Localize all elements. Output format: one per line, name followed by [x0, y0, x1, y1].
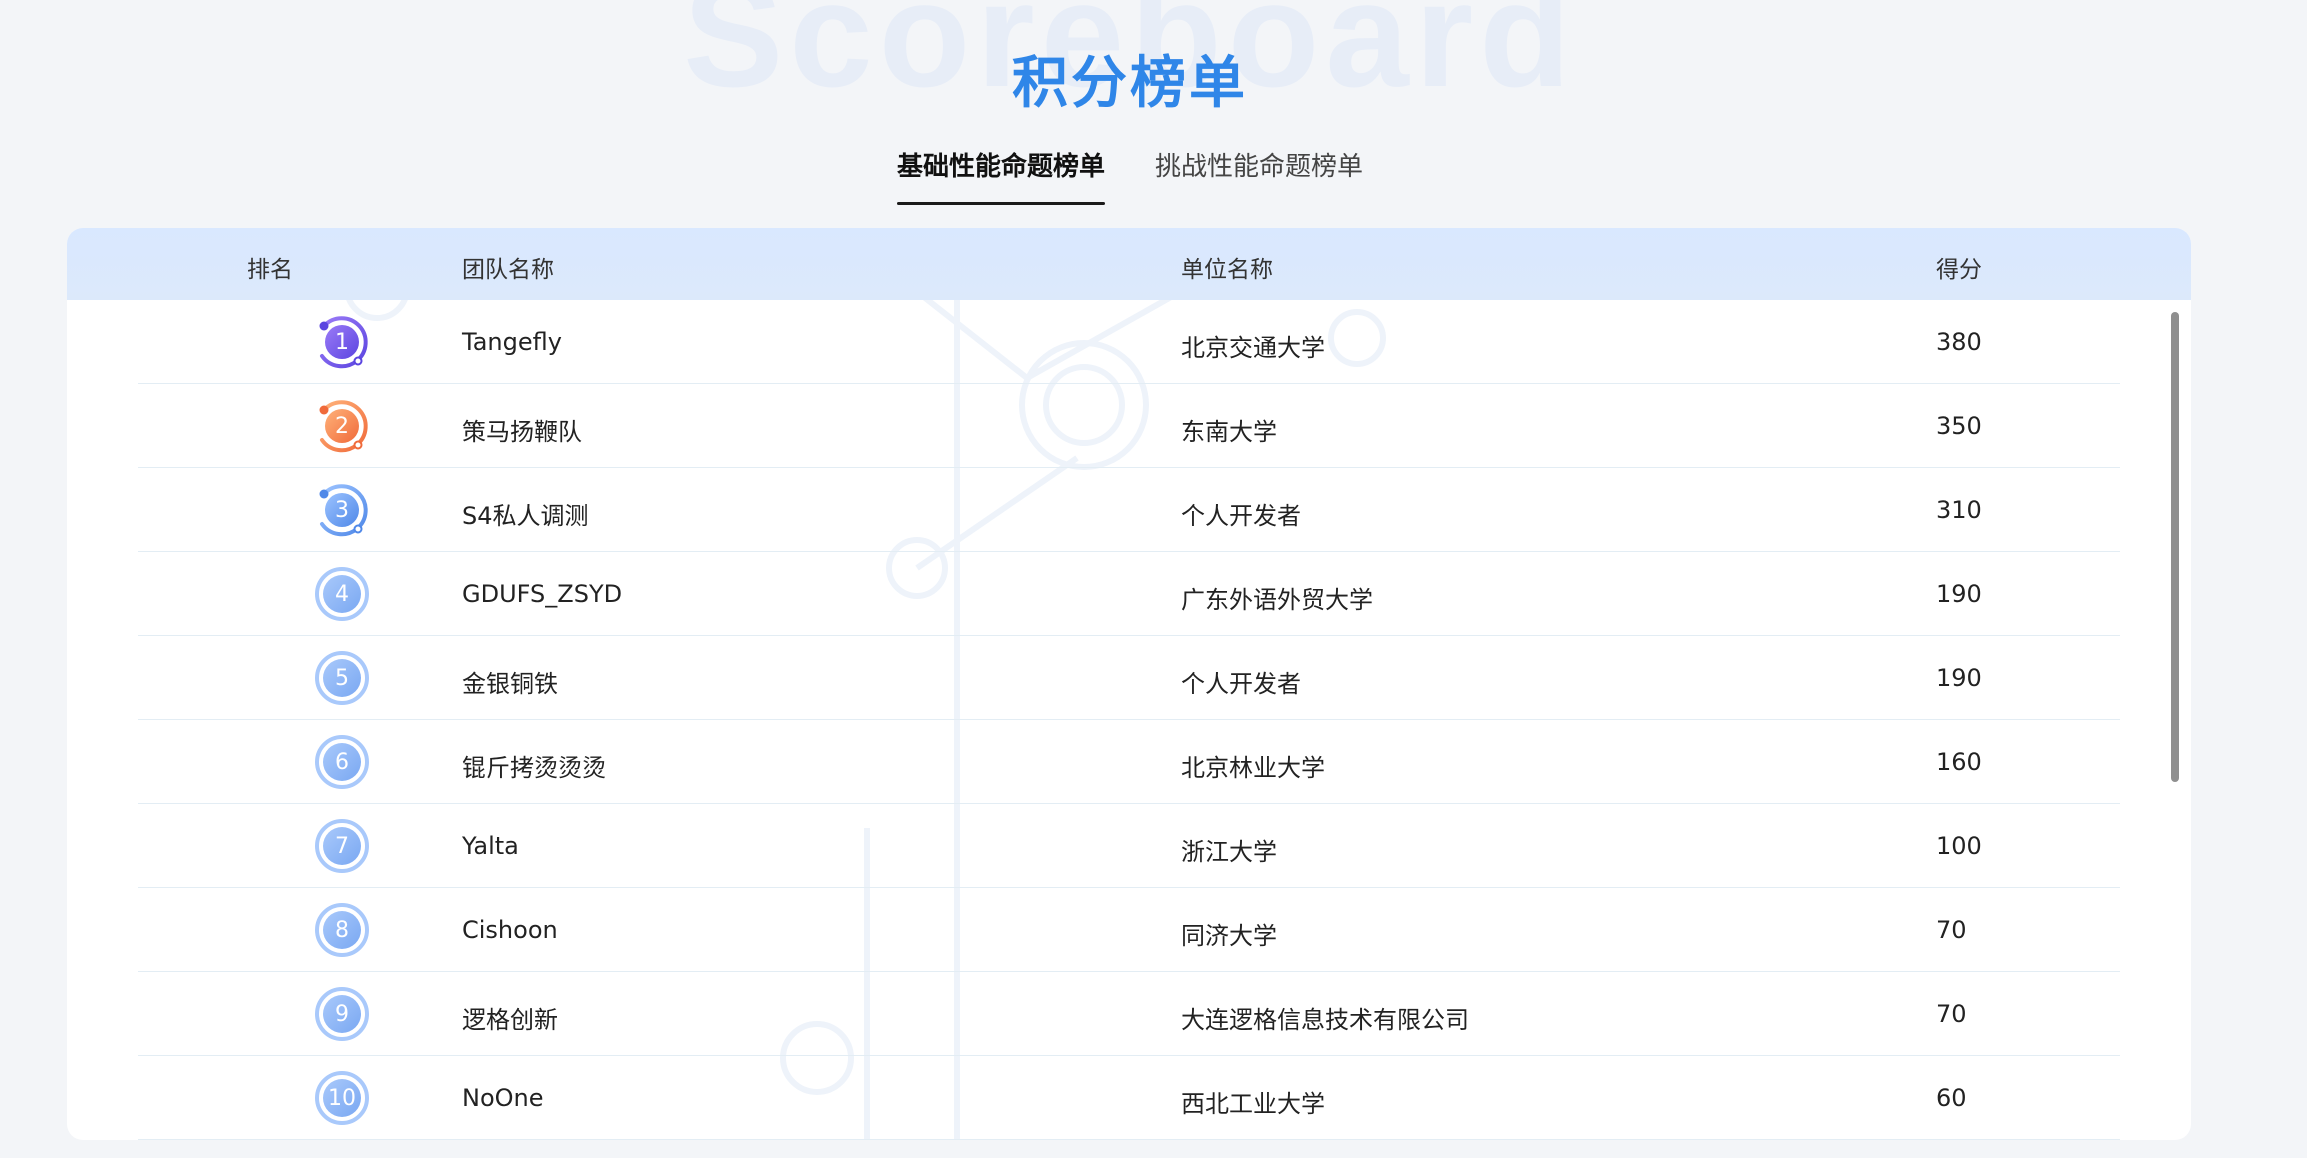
- rank-number: 1: [335, 329, 349, 355]
- rank-badge-icon: 4: [314, 566, 370, 622]
- org-name: 北京交通大学: [1181, 334, 1325, 362]
- tab-basic-board[interactable]: 基础性能命题榜单: [896, 142, 1106, 205]
- rank-badge-icon: 7: [314, 818, 370, 874]
- table-row[interactable]: 10 NoOne 西北工业大学 60: [138, 1056, 2120, 1140]
- table-row[interactable]: 6 锟斤拷烫烫烫 北京林业大学 160: [138, 720, 2120, 804]
- score-value: 70: [1936, 1000, 1967, 1028]
- rank-badge-icon: 1: [314, 314, 370, 370]
- rank-number: 4: [335, 581, 349, 607]
- board-tabs: 基础性能命题榜单 挑战性能命题榜单: [0, 142, 2260, 205]
- org-name: 个人开发者: [1181, 502, 1301, 530]
- table-row[interactable]: 7 Yalta 浙江大学 100: [138, 804, 2120, 888]
- column-header-score[interactable]: 得分: [1936, 250, 1982, 284]
- table-scrollbar[interactable]: [2171, 312, 2179, 782]
- org-name: 西北工业大学: [1181, 1090, 1325, 1118]
- page-title: 积分榜单: [1012, 51, 1248, 116]
- team-name: 策马扬鞭队: [462, 418, 582, 446]
- score-value: 190: [1936, 580, 1982, 608]
- team-name: Tangefly: [462, 328, 562, 356]
- org-name: 东南大学: [1181, 418, 1277, 446]
- rank-badge-icon: 8: [314, 902, 370, 958]
- rank-number: 7: [335, 833, 349, 859]
- column-header-rank[interactable]: 排名: [247, 250, 293, 284]
- tab-challenge-board[interactable]: 挑战性能命题榜单: [1155, 142, 1363, 205]
- team-name: 金银铜铁: [462, 670, 558, 698]
- table-row[interactable]: 1 Tangefly 北京交通大学 380: [138, 300, 2120, 384]
- org-name: 浙江大学: [1181, 838, 1277, 866]
- org-name: 个人开发者: [1181, 670, 1301, 698]
- org-name: 同济大学: [1181, 922, 1277, 950]
- column-header-team[interactable]: 团队名称: [462, 250, 554, 284]
- team-name: NoOne: [462, 1084, 544, 1112]
- rank-badge-icon: 2: [314, 398, 370, 454]
- rank-number: 5: [335, 665, 349, 691]
- scoreboard-table: 排名 团队名称 单位名称 得分 1 Tangefly 北京交通大学 380 2 策马扬鞭队…: [67, 228, 2191, 1140]
- rank-number: 6: [335, 749, 349, 775]
- score-value: 60: [1936, 1084, 1967, 1112]
- team-name: Yalta: [462, 832, 519, 860]
- rank-badge-icon: 6: [314, 734, 370, 790]
- team-name: S4私人调测: [462, 502, 589, 530]
- rank-badge-icon: 9: [314, 986, 370, 1042]
- table-row[interactable]: 9 逻格创新 大连逻格信息技术有限公司 70: [138, 972, 2120, 1056]
- rank-number: 3: [335, 497, 349, 523]
- rank-badge-icon: 3: [314, 482, 370, 538]
- org-name: 北京林业大学: [1181, 754, 1325, 782]
- score-value: 310: [1936, 496, 1982, 524]
- table-row[interactable]: 8 Cishoon 同济大学 70: [138, 888, 2120, 972]
- rank-number: 2: [335, 413, 349, 439]
- team-name: 锟斤拷烫烫烫: [462, 754, 606, 782]
- rank-badge-icon: 5: [314, 650, 370, 706]
- table-row[interactable]: 2 策马扬鞭队 东南大学 350: [138, 384, 2120, 468]
- rank-number: 8: [335, 917, 349, 943]
- team-name: Cishoon: [462, 916, 558, 944]
- score-value: 380: [1936, 328, 1982, 356]
- table-body: 1 Tangefly 北京交通大学 380 2 策马扬鞭队 东南大学 350 3 S4私人调测 个人…: [67, 300, 2191, 1140]
- team-name: 逻格创新: [462, 1006, 558, 1034]
- table-header: 排名 团队名称 单位名称 得分: [67, 228, 2191, 300]
- score-value: 350: [1936, 412, 1982, 440]
- score-value: 160: [1936, 748, 1982, 776]
- column-header-org[interactable]: 单位名称: [1181, 250, 1273, 284]
- score-value: 70: [1936, 916, 1967, 944]
- team-name: GDUFS_ZSYD: [462, 580, 623, 608]
- rank-number: 10: [328, 1085, 356, 1111]
- score-value: 190: [1936, 664, 1982, 692]
- table-row[interactable]: 4 GDUFS_ZSYD 广东外语外贸大学 190: [138, 552, 2120, 636]
- score-value: 100: [1936, 832, 1982, 860]
- table-row[interactable]: 3 S4私人调测 个人开发者 310: [138, 468, 2120, 552]
- rank-number: 9: [335, 1001, 349, 1027]
- org-name: 广东外语外贸大学: [1181, 586, 1373, 614]
- rank-badge-icon: 10: [314, 1070, 370, 1126]
- org-name: 大连逻格信息技术有限公司: [1181, 1006, 1469, 1034]
- table-row[interactable]: 5 金银铜铁 个人开发者 190: [138, 636, 2120, 720]
